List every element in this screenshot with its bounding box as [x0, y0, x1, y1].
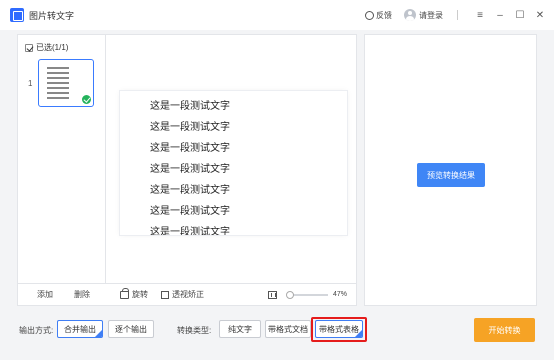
- image-panel: 已选(1/1) 1 这是一段测试文字 这是一段测试文字 这是一段测试文字 这是一…: [17, 34, 357, 306]
- menu-icon[interactable]: ≡: [472, 7, 488, 23]
- doc-line: 这是一段测试文字: [150, 164, 230, 175]
- close-icon[interactable]: ✕: [532, 7, 548, 23]
- feedback-button[interactable]: 反馈: [365, 10, 392, 21]
- add-button[interactable]: 添加: [37, 289, 53, 300]
- result-panel: 预览转换结果: [364, 34, 537, 306]
- app-logo-icon: [10, 8, 24, 22]
- fit-page-icon[interactable]: [268, 290, 277, 299]
- zoom-slider-handle[interactable]: [286, 291, 294, 299]
- feedback-label: 反馈: [376, 10, 392, 20]
- thumbnail-preview: [47, 67, 69, 99]
- highlight-annotation: [311, 317, 367, 342]
- thumbnail-index: 1: [28, 79, 33, 88]
- thumbnail-item[interactable]: [38, 59, 94, 107]
- doc-line: 这是一段测试文字: [150, 143, 230, 154]
- selected-count-label: 已选(1/1): [36, 43, 69, 52]
- title-bar: 图片转文字 反馈 请登录 ≡ – ☐ ✕: [0, 0, 554, 30]
- delete-button[interactable]: 删除: [74, 289, 90, 300]
- select-all-checkbox[interactable]: [25, 43, 33, 52]
- convert-plain-text-button[interactable]: 纯文字: [219, 320, 261, 338]
- preview-result-button[interactable]: 预览转换结果: [417, 163, 485, 187]
- title-separator: [457, 10, 458, 20]
- feedback-icon: [365, 10, 374, 20]
- rotate-icon: [120, 287, 129, 299]
- doc-line: 这是一段测试文字: [150, 206, 230, 217]
- login-button[interactable]: 请登录: [404, 9, 443, 21]
- convert-type-label: 转换类型:: [177, 326, 212, 335]
- avatar-icon: [404, 9, 416, 21]
- start-convert-button[interactable]: 开始转换: [474, 318, 535, 342]
- doc-line: 这是一段测试文字: [150, 101, 230, 112]
- doc-line: 这是一段测试文字: [150, 122, 230, 133]
- doc-line: 这是一段测试文字: [150, 227, 230, 235]
- output-mode-label: 输出方式:: [19, 326, 54, 335]
- maximize-icon[interactable]: ☐: [512, 7, 528, 23]
- convert-formatted-doc-button[interactable]: 带格式文档: [265, 320, 311, 338]
- rotate-label: 旋转: [132, 290, 148, 299]
- perspective-label: 透视矫正: [172, 290, 204, 299]
- select-all-row[interactable]: 已选(1/1): [25, 42, 68, 53]
- doc-line: 这是一段测试文字: [150, 185, 230, 196]
- app-title: 图片转文字: [29, 11, 75, 21]
- thumbnail-list: 已选(1/1) 1: [18, 35, 106, 283]
- title-bar-actions: 反馈 请登录 ≡ – ☐ ✕: [365, 0, 548, 30]
- footer-options: 输出方式: 合并输出 逐个输出 转换类型: 纯文字 带格式文档 带格式表格 开始…: [0, 310, 554, 360]
- rotate-button[interactable]: 旋转: [120, 287, 148, 300]
- zoom-slider-track[interactable]: [288, 294, 328, 296]
- image-toolbar: 添加 删除 旋转 透视矫正 47%: [18, 283, 356, 305]
- document-preview: 这是一段测试文字 这是一段测试文字 这是一段测试文字 这是一段测试文字 这是一段…: [120, 91, 347, 235]
- login-label: 请登录: [419, 10, 443, 20]
- check-icon: [82, 95, 91, 104]
- zoom-level: 47%: [333, 291, 348, 298]
- minimize-icon[interactable]: –: [492, 7, 508, 23]
- output-each-button[interactable]: 逐个输出: [108, 320, 154, 338]
- perspective-correct-button[interactable]: 透视矫正: [161, 289, 204, 300]
- output-merge-button[interactable]: 合并输出: [57, 320, 103, 338]
- perspective-icon: [161, 290, 169, 299]
